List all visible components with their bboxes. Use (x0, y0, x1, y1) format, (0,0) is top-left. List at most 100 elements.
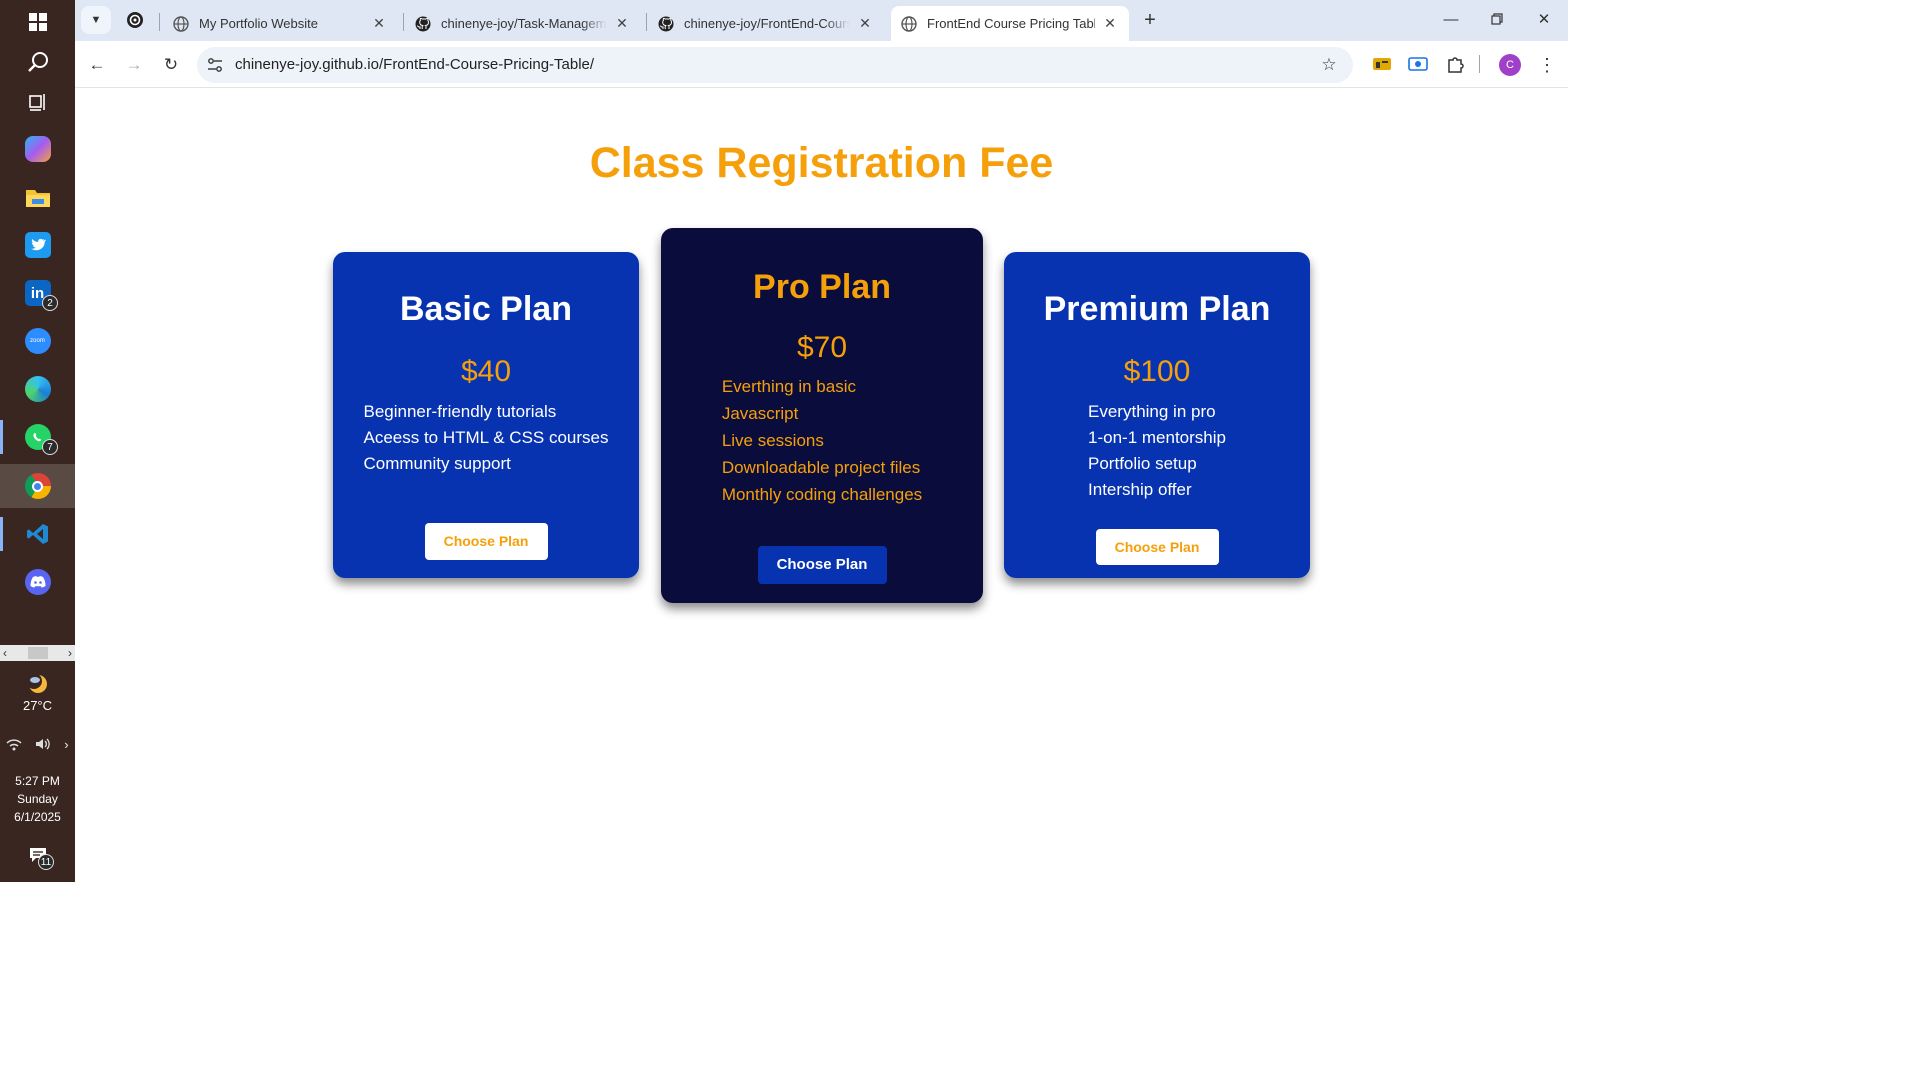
zoom-icon[interactable]: zoom (0, 319, 75, 363)
scrollbar-thumb[interactable] (27, 647, 48, 659)
clock-time: 5:27 PM (15, 774, 60, 788)
weather-widget[interactable]: 27°C (0, 672, 75, 713)
task-view-icon[interactable] (0, 80, 75, 124)
search-icon[interactable] (0, 40, 75, 84)
web-page: Class Registration Fee Basic Plan $40 Be… (75, 89, 1568, 882)
plan-card-premium: Premium Plan $100 Everything in pro 1-on… (1004, 252, 1310, 578)
edge-icon[interactable] (0, 367, 75, 411)
linkedin-icon[interactable]: in 2 (0, 271, 75, 315)
tab-separator (646, 13, 647, 31)
new-tab-plus-icon[interactable]: + (1138, 8, 1162, 32)
back-arrow-icon[interactable]: ← (83, 51, 111, 79)
feature-list: Beginner-friendly tutorials Aceess to HT… (363, 399, 608, 477)
tab-separator (159, 13, 160, 31)
chrome-icon[interactable] (0, 464, 75, 508)
url-path: /FrontEnd-Course-Pricing-Table/ (378, 56, 595, 73)
github-icon (658, 16, 674, 32)
tab-portfolio[interactable]: My Portfolio Website ✕ (163, 6, 398, 41)
pinned-tab-openai-icon[interactable] (125, 10, 145, 30)
tab-task-management[interactable]: chinenye-joy/Task-Management ✕ (405, 6, 641, 41)
tab-pricing-table-active[interactable]: FrontEnd Course Pricing Table ✕ (891, 6, 1129, 41)
feature-list: Everthing in basic Javascript Live sessi… (722, 373, 922, 508)
tab-title: chinenye-joy/FrontEnd-Course- (684, 16, 850, 31)
github-icon (415, 16, 431, 32)
close-window-icon[interactable]: ✕ (1521, 4, 1567, 34)
feature-item: Javascript (721, 404, 799, 423)
url-text[interactable]: chinenye-joy.github.io/FrontEnd-Course-P… (235, 56, 594, 73)
taskbar: in 2 zoom 7 ‹ › 27°C › 5:27 PM Sunday 6/… (0, 0, 75, 882)
minimize-window-icon[interactable]: — (1428, 4, 1474, 34)
address-bar[interactable]: chinenye-joy.github.io/FrontEnd-Course-P… (197, 47, 1353, 83)
tab-strip: ▼ My Portfolio Website ✕ chinenye-joy/Ta… (75, 0, 1568, 41)
weather-temperature: 27°C (22, 698, 53, 713)
close-tab-icon[interactable]: ✕ (370, 15, 388, 33)
scroll-right-icon[interactable]: › (68, 646, 72, 660)
feature-item: 1-on-1 mentorship (1088, 428, 1226, 447)
feature-item: Monthly coding challenges (721, 485, 923, 504)
linkedin-badge: 2 (42, 295, 58, 311)
scroll-left-icon[interactable]: ‹ (3, 646, 7, 660)
taskbar-scrollbar[interactable]: ‹ › (0, 645, 75, 661)
toolbar-separator (1479, 55, 1480, 73)
clock-date: 6/1/2025 (14, 810, 61, 824)
feature-item: Intership offer (1088, 480, 1192, 499)
vscode-icon[interactable] (0, 512, 75, 556)
notification-center-icon[interactable]: 11 (0, 840, 75, 870)
browser-menu-kebab-icon[interactable]: ⋮ (1537, 53, 1557, 77)
feature-item: Downloadable project files (721, 458, 921, 477)
copilot-icon[interactable] (0, 127, 75, 171)
tab-frontend-course-repo[interactable]: chinenye-joy/FrontEnd-Course- ✕ (648, 6, 884, 41)
network-icon[interactable] (6, 737, 22, 754)
feature-item: Everthing in basic (721, 377, 856, 396)
globe-icon (901, 15, 917, 32)
feature-item: Beginner-friendly tutorials (363, 402, 557, 421)
plan-name: Premium Plan (1043, 290, 1271, 328)
extension-reader-icon[interactable] (1371, 53, 1393, 75)
extension-screen-capture-icon[interactable] (1407, 53, 1429, 75)
tab-title: My Portfolio Website (199, 16, 318, 31)
file-explorer-icon[interactable] (0, 175, 75, 219)
feature-list: Everything in pro 1-on-1 mentorship Port… (1088, 399, 1226, 503)
reload-icon[interactable]: ↻ (157, 51, 185, 79)
plan-name: Pro Plan (753, 268, 891, 306)
plan-price: $70 (796, 331, 848, 364)
feature-item: Aceess to HTML & CSS courses (363, 428, 609, 447)
notification-badge: 11 (38, 854, 54, 870)
close-tab-icon[interactable]: ✕ (856, 15, 874, 33)
feature-item: Community support (363, 454, 511, 473)
choose-plan-button-pro[interactable]: Choose Plan (757, 546, 887, 584)
tab-separator (403, 13, 404, 31)
show-hidden-icons-chevron-icon[interactable]: › (64, 737, 68, 754)
globe-icon (173, 15, 189, 32)
close-tab-icon[interactable]: ✕ (613, 15, 631, 33)
plan-price: $40 (460, 355, 512, 388)
close-tab-icon[interactable]: ✕ (1101, 15, 1119, 33)
choose-plan-button-premium[interactable]: Choose Plan (1095, 529, 1219, 565)
feature-item: Portfolio setup (1088, 454, 1197, 473)
url-host: chinenye-joy.github.io (235, 56, 379, 73)
feature-item: Everything in pro (1088, 402, 1216, 421)
plan-card-pro: Pro Plan $70 Everthing in basic Javascri… (661, 228, 983, 603)
extensions-puzzle-icon[interactable] (1444, 53, 1466, 75)
whatsapp-badge: 7 (42, 439, 58, 455)
browser-toolbar: ← → ↻ chinenye-joy.github.io/FrontEnd-Co… (75, 41, 1568, 88)
whatsapp-icon[interactable]: 7 (0, 415, 75, 459)
profile-avatar[interactable]: C (1499, 54, 1521, 76)
tab-title: FrontEnd Course Pricing Table (927, 16, 1095, 31)
plan-price: $100 (1123, 355, 1191, 388)
system-clock[interactable]: 5:27 PM Sunday 6/1/2025 (0, 772, 75, 826)
site-info-icon[interactable] (205, 55, 225, 75)
discord-icon[interactable] (0, 560, 75, 604)
plan-name: Basic Plan (400, 290, 572, 328)
bookmark-star-icon[interactable]: ☆ (1319, 55, 1339, 75)
twitter-icon[interactable] (0, 223, 75, 267)
forward-arrow-icon[interactable]: → (120, 51, 148, 79)
choose-plan-button-basic[interactable]: Choose Plan (424, 523, 548, 560)
restore-window-icon[interactable] (1474, 4, 1520, 34)
tab-search-dropdown-icon[interactable]: ▼ (81, 6, 111, 34)
page-title: Class Registration Fee (589, 139, 1054, 187)
plan-card-basic: Basic Plan $40 Beginner-friendly tutoria… (333, 252, 639, 578)
tab-title: chinenye-joy/Task-Management (441, 16, 607, 31)
windows-start-icon[interactable] (0, 0, 75, 44)
volume-icon[interactable] (35, 737, 51, 754)
